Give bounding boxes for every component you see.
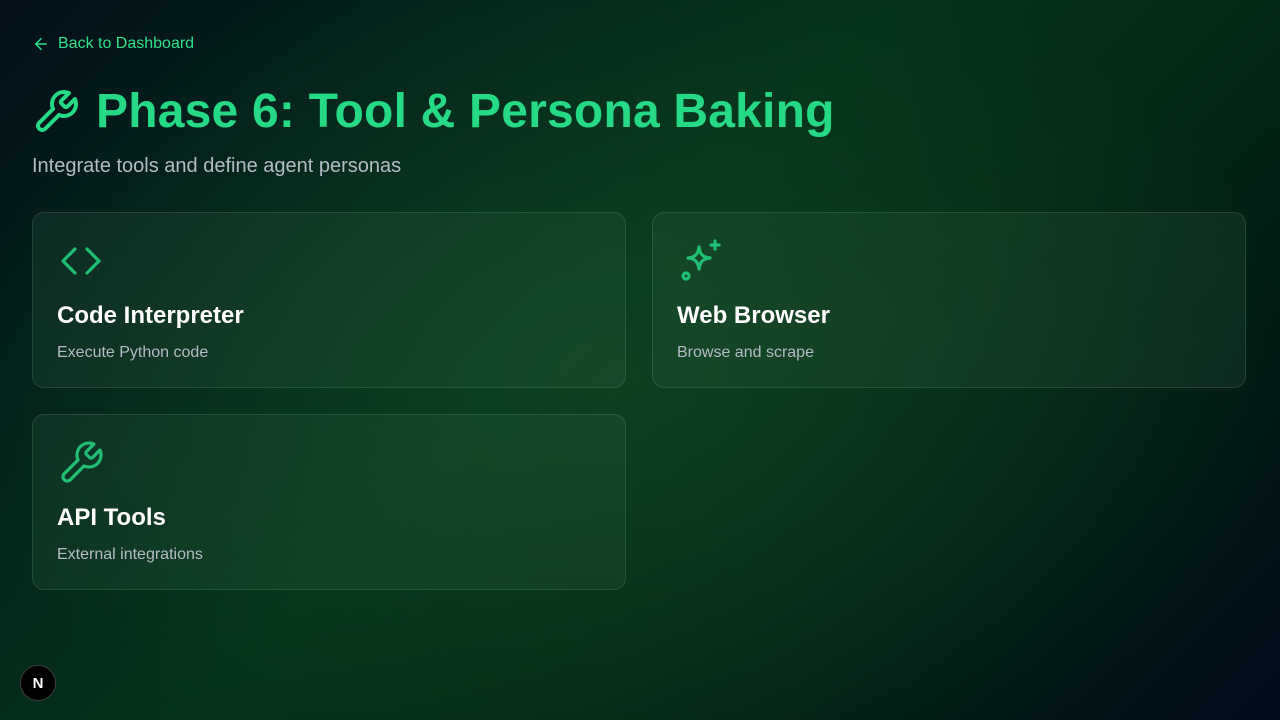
card-title: API Tools (57, 504, 166, 531)
card-title: Web Browser (677, 302, 830, 329)
card-description: Browse and scrape (677, 344, 814, 361)
code-icon (61, 247, 101, 275)
next-dev-badge[interactable]: N (20, 665, 56, 701)
wrench-icon (61, 441, 103, 483)
sparkles-icon (681, 239, 721, 281)
page-title: Phase 6: Tool & Persona Baking (96, 85, 835, 138)
back-to-dashboard-link[interactable]: Back to Dashboard (32, 33, 194, 55)
wrench-icon (36, 90, 78, 132)
page-header: Phase 6: Tool & Persona Baking (32, 84, 835, 140)
back-link-label: Back to Dashboard (58, 35, 195, 52)
page-subtitle: Integrate tools and define agent persona… (32, 155, 402, 177)
tool-card-web-browser[interactable]: Web Browser Browse and scrape (652, 212, 1246, 388)
tool-card-api-tools[interactable]: API Tools External integrations (32, 414, 626, 590)
tool-card-code-interpreter[interactable]: Code Interpreter Execute Python code (32, 212, 626, 388)
badge-label: N (32, 674, 44, 692)
card-description: External integrations (57, 546, 203, 563)
card-description: Execute Python code (57, 344, 209, 361)
card-title: Code Interpreter (57, 302, 244, 329)
arrow-left-icon (35, 38, 47, 50)
